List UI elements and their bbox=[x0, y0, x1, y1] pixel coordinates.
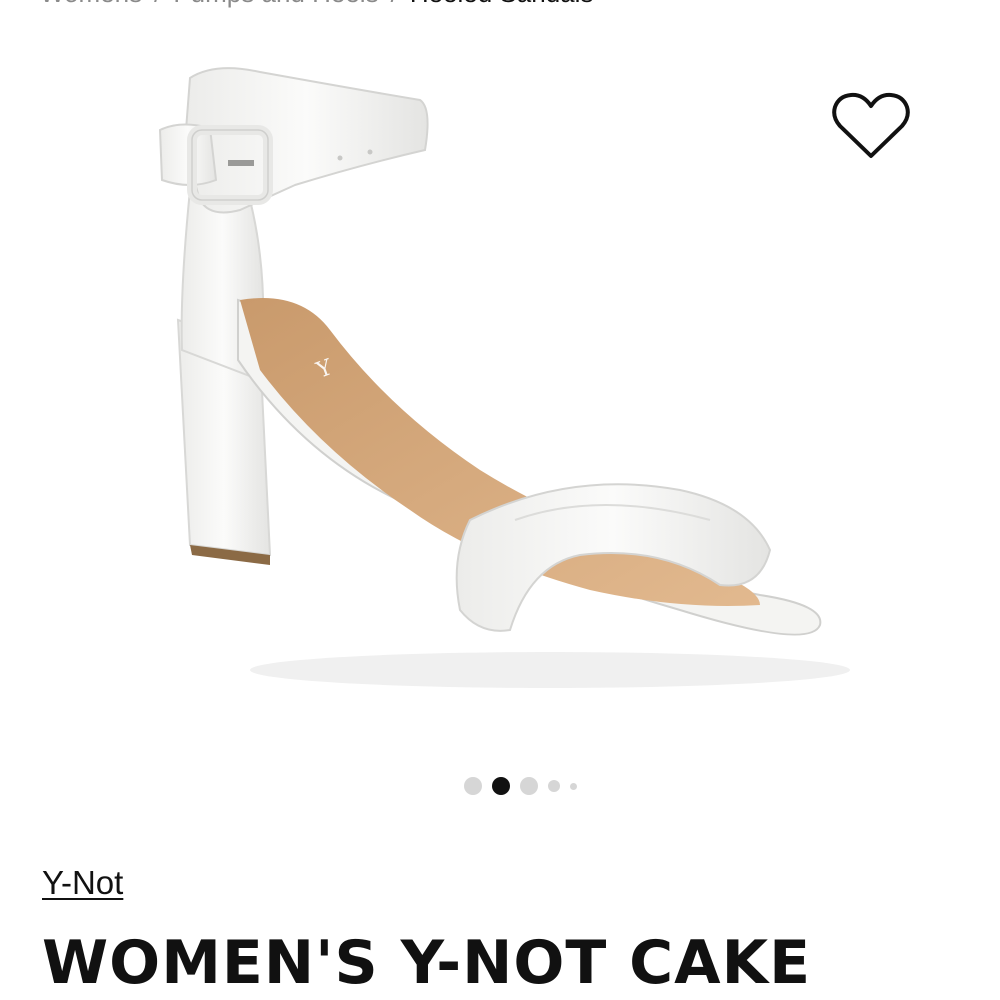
carousel-dot-3[interactable] bbox=[520, 777, 538, 795]
carousel-dot-1[interactable] bbox=[464, 777, 482, 795]
breadcrumb-item-heeled-sandals: Heeled Sandals bbox=[410, 0, 594, 8]
product-image[interactable]: Y bbox=[120, 50, 880, 710]
wishlist-button[interactable] bbox=[830, 90, 912, 162]
breadcrumb: Womens / Pumps and Heels / Heeled Sandals bbox=[40, 0, 593, 9]
product-title: WOMEN'S Y-NOT CAKE bbox=[42, 928, 812, 998]
carousel-dot-5[interactable] bbox=[570, 782, 577, 790]
product-page: Womens / Pumps and Heels / Heeled Sandals Y bbox=[0, 0, 1000, 1000]
breadcrumb-separator: / bbox=[391, 0, 398, 8]
heart-outline-icon bbox=[832, 92, 910, 158]
brand-link[interactable]: Y-Not bbox=[42, 864, 123, 902]
breadcrumb-separator: / bbox=[154, 0, 161, 8]
carousel-dot-2-active[interactable] bbox=[492, 777, 510, 795]
breadcrumb-item-womens[interactable]: Womens bbox=[40, 0, 142, 8]
carousel-dot-4[interactable] bbox=[548, 780, 560, 792]
breadcrumb-item-pumps-and-heels[interactable]: Pumps and Heels bbox=[173, 0, 378, 8]
image-carousel-indicator bbox=[464, 776, 577, 796]
